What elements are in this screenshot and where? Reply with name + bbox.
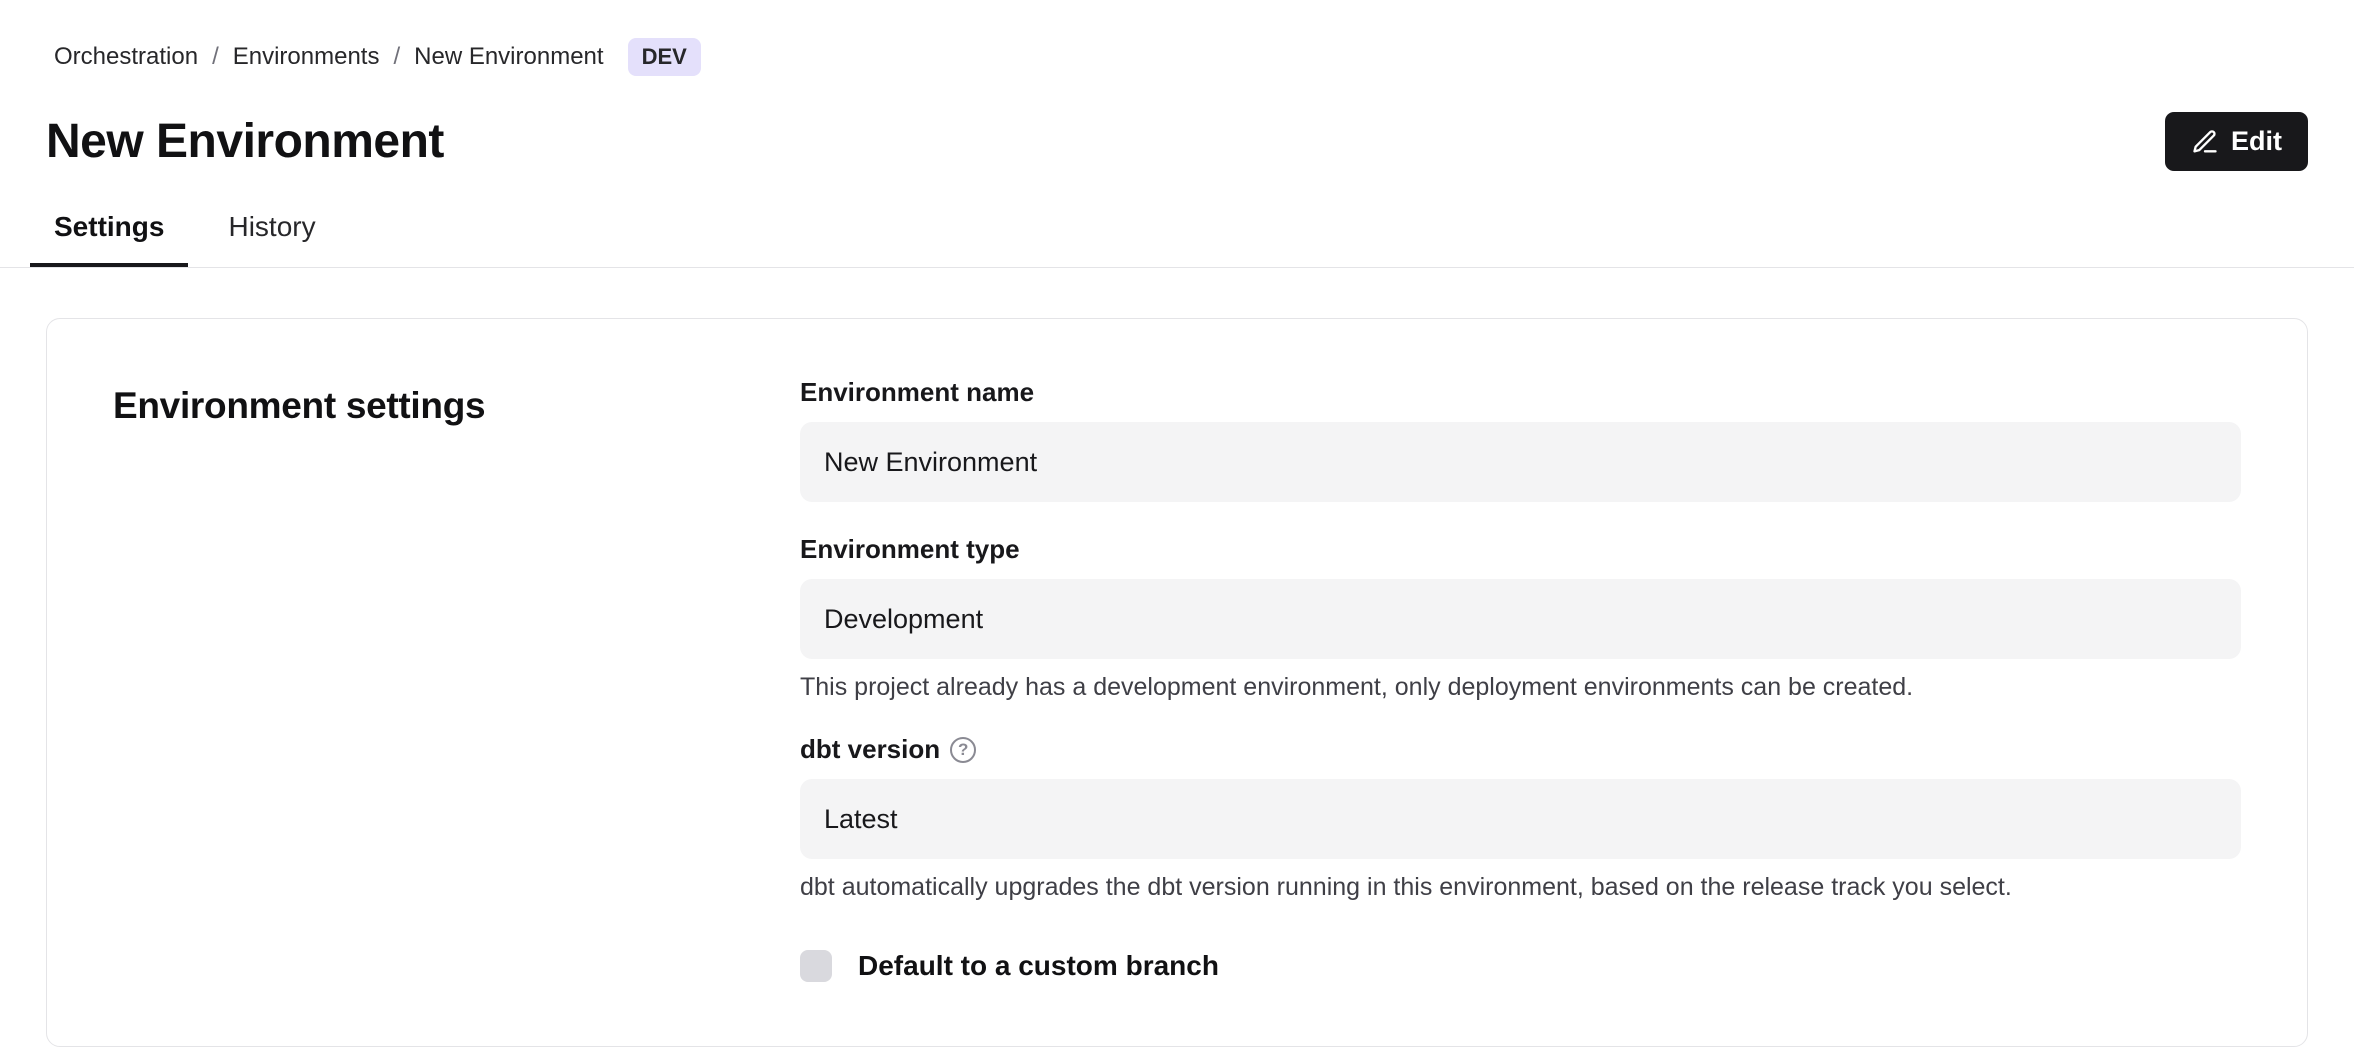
environment-type-label: Environment type — [800, 534, 2241, 565]
environment-settings-heading: Environment settings — [113, 377, 800, 982]
custom-branch-row: Default to a custom branch — [800, 950, 2241, 982]
environment-name-group: Environment name New Environment — [800, 377, 2241, 502]
breadcrumb-new-environment[interactable]: New Environment — [414, 45, 603, 69]
custom-branch-checkbox[interactable] — [800, 950, 832, 982]
breadcrumb-separator: / — [393, 45, 400, 69]
tab-history[interactable]: History — [204, 205, 339, 267]
breadcrumb: Orchestration / Environments / New Envir… — [54, 38, 2308, 76]
environment-name-label: Environment name — [800, 377, 2241, 408]
environment-type-group: Environment type Development This projec… — [800, 534, 2241, 702]
page-title: New Environment — [46, 114, 444, 169]
page: Orchestration / Environments / New Envir… — [0, 0, 2354, 1047]
dbt-version-label-row: dbt version ? — [800, 734, 2241, 765]
breadcrumb-environments[interactable]: Environments — [233, 45, 380, 69]
breadcrumb-separator: / — [212, 45, 219, 69]
help-icon[interactable]: ? — [950, 737, 976, 763]
environment-type-helper-text: This project already has a development e… — [800, 673, 2241, 702]
environment-settings-card: Environment settings Environment name Ne… — [46, 318, 2308, 1047]
tabs-divider — [0, 267, 2354, 268]
pencil-icon — [2191, 128, 2219, 156]
dbt-version-group: dbt version ? Latest dbt automatically u… — [800, 734, 2241, 902]
breadcrumb-orchestration[interactable]: Orchestration — [54, 45, 198, 69]
edit-button[interactable]: Edit — [2165, 112, 2308, 171]
tabs: Settings History — [46, 205, 2308, 267]
custom-branch-label: Default to a custom branch — [858, 950, 1219, 982]
dbt-version-field[interactable]: Latest — [800, 779, 2241, 859]
dbt-version-label: dbt version — [800, 734, 940, 765]
environment-badge: DEV — [628, 38, 701, 76]
tab-settings[interactable]: Settings — [30, 205, 188, 267]
dbt-version-helper-text: dbt automatically upgrades the dbt versi… — [800, 873, 2241, 902]
page-header: New Environment Edit — [46, 112, 2308, 171]
environment-type-field[interactable]: Development — [800, 579, 2241, 659]
edit-button-label: Edit — [2231, 126, 2282, 157]
environment-settings-form: Environment name New Environment Environ… — [800, 377, 2241, 982]
environment-name-field[interactable]: New Environment — [800, 422, 2241, 502]
